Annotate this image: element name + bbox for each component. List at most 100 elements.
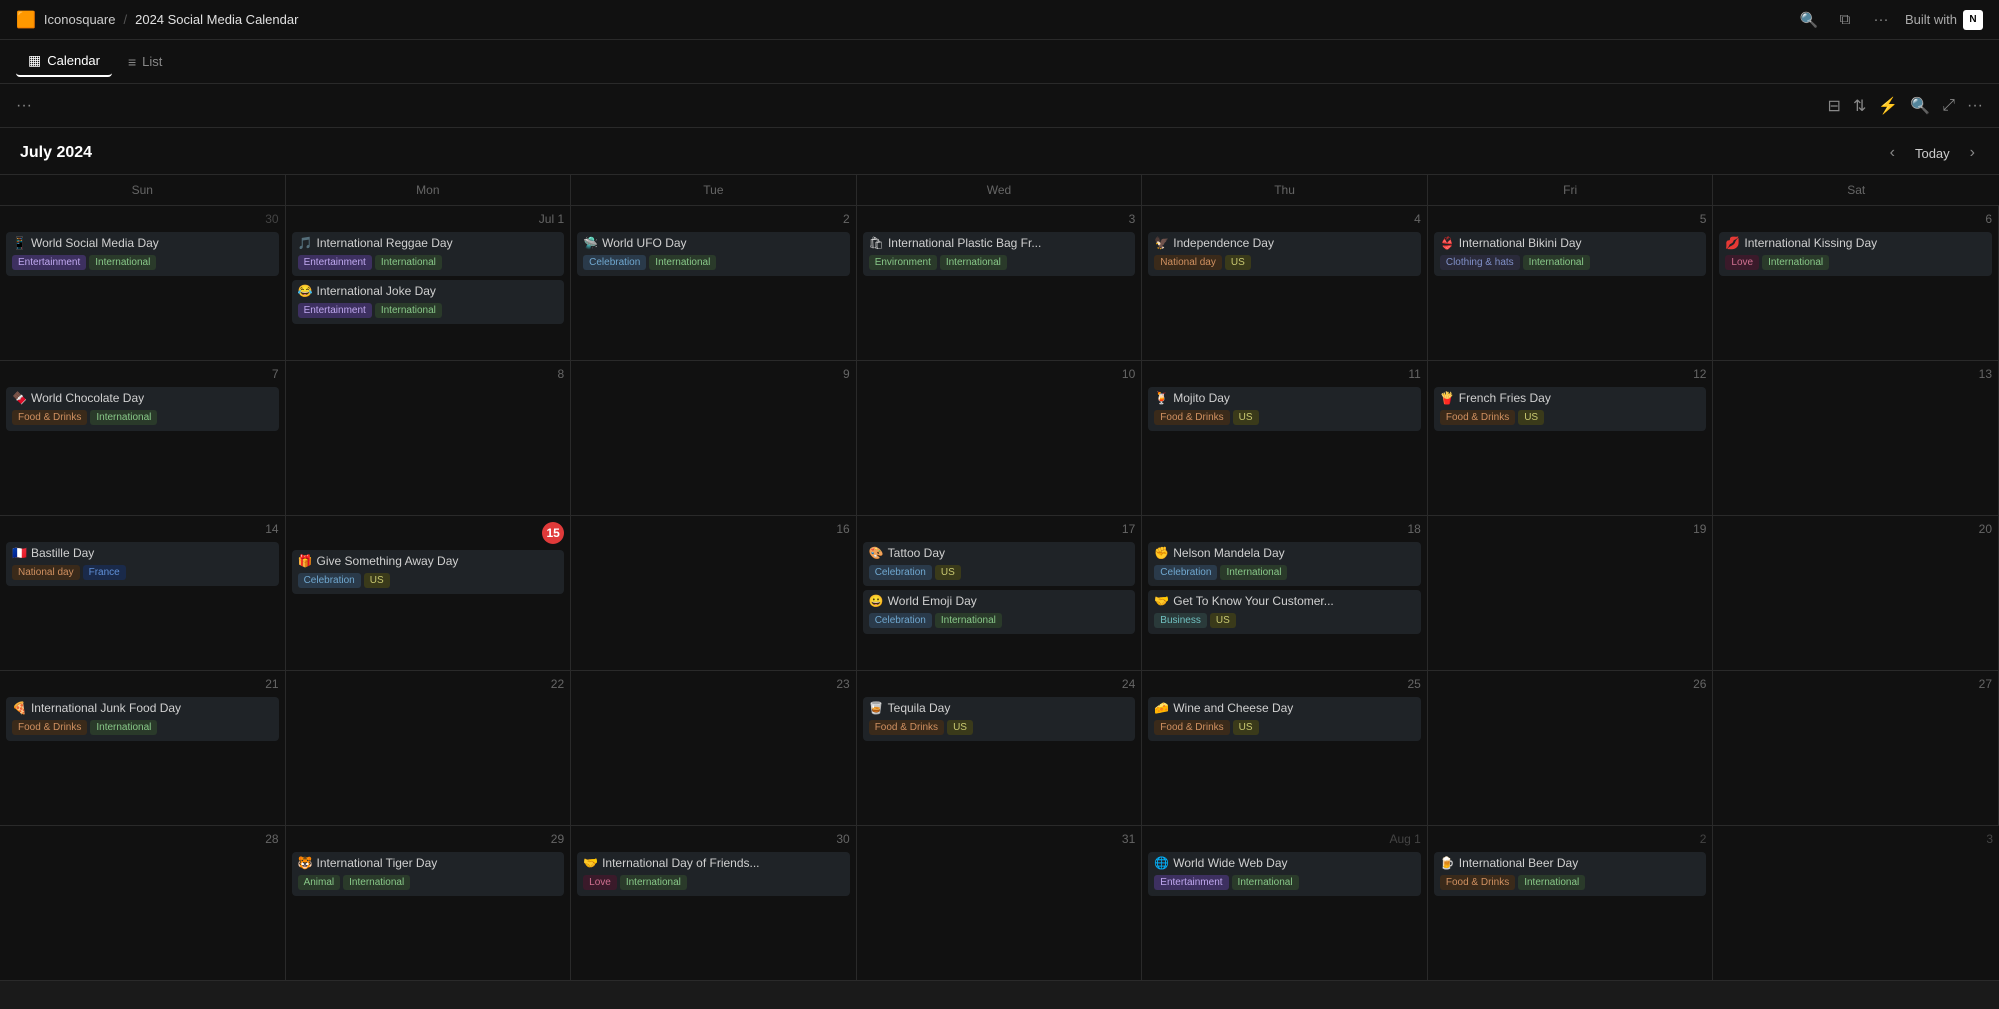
calendar-cell-2-3[interactable]: 17🎨Tattoo DayCelebrationUS😀World Emoji D… — [857, 516, 1143, 671]
event-title: 🤝Get To Know Your Customer... — [1154, 594, 1415, 608]
event-title-text: International Junk Food Day — [31, 701, 181, 715]
calendar-cell-1-3[interactable]: 10 — [857, 361, 1143, 516]
calendar-event[interactable]: 🐯International Tiger DayAnimalInternatio… — [292, 852, 565, 896]
toolbar-search-icon[interactable]: 🔍 — [1910, 96, 1930, 116]
filter-icon[interactable]: ⊟ — [1828, 96, 1841, 116]
copy-icon[interactable]: ⧉ — [1833, 8, 1857, 32]
calendar-event[interactable]: 🛸World UFO DayCelebrationInternational — [577, 232, 850, 276]
tab-list[interactable]: ≡ List — [116, 48, 174, 76]
calendar-cell-0-3[interactable]: 3🛍International Plastic Bag Fr...Environ… — [857, 206, 1143, 361]
calendar-cell-3-5[interactable]: 26 — [1428, 671, 1714, 826]
tab-list-label: List — [142, 54, 162, 69]
calendar-event[interactable]: 🎨Tattoo DayCelebrationUS — [863, 542, 1136, 586]
calendar-cell-2-2[interactable]: 16 — [571, 516, 857, 671]
calendar-cell-2-1[interactable]: 15🎁Give Something Away DayCelebrationUS — [286, 516, 572, 671]
calendar-cell-3-3[interactable]: 24🥃Tequila DayFood & DrinksUS — [857, 671, 1143, 826]
today-button[interactable]: Today — [1907, 142, 1958, 165]
tab-calendar[interactable]: ▦ Calendar — [16, 46, 112, 77]
calendar-cell-1-0[interactable]: 7🍫World Chocolate DayFood & DrinksIntern… — [0, 361, 286, 516]
calendar-cell-1-1[interactable]: 8 — [286, 361, 572, 516]
calendar-event[interactable]: 🥃Tequila DayFood & DrinksUS — [863, 697, 1136, 741]
calendar-event[interactable]: 👙International Bikini DayClothing & hats… — [1434, 232, 1707, 276]
calendar-cell-4-1[interactable]: 29🐯International Tiger DayAnimalInternat… — [286, 826, 572, 981]
calendar-event[interactable]: 😂International Joke DayEntertainmentInte… — [292, 280, 565, 324]
cell-date-number: 22 — [292, 677, 565, 691]
calendar-cell-1-4[interactable]: 11 🍹Mojito DayFood & DrinksUS — [1142, 361, 1428, 516]
calendar-cell-2-5[interactable]: 19 — [1428, 516, 1714, 671]
event-tag: International — [940, 255, 1007, 270]
secondary-nav: ▦ Calendar ≡ List — [0, 40, 1999, 84]
calendar-event[interactable]: 🤝Get To Know Your Customer...BusinessUS — [1148, 590, 1421, 634]
event-title: ✊Nelson Mandela Day — [1154, 546, 1415, 560]
calendar-cell-3-6[interactable]: 27 — [1713, 671, 1999, 826]
calendar-event[interactable]: 🎁Give Something Away DayCelebrationUS — [292, 550, 565, 594]
calendar-cell-4-6[interactable]: 3 — [1713, 826, 1999, 981]
calendar-cell-1-5[interactable]: 12🍟French Fries DayFood & DrinksUS — [1428, 361, 1714, 516]
next-month-button[interactable]: › — [1966, 140, 1979, 166]
search-icon[interactable]: 🔍 — [1797, 8, 1821, 32]
event-icon: 🤝 — [583, 856, 598, 870]
calendar-event[interactable]: 📱World Social Media DayEntertainmentInte… — [6, 232, 279, 276]
expand-icon[interactable]: ⤢ — [1942, 97, 1955, 115]
calendar-event[interactable]: 🍺International Beer DayFood & DrinksInte… — [1434, 852, 1707, 896]
calendar-event[interactable]: 😀World Emoji DayCelebrationInternational — [863, 590, 1136, 634]
calendar-event[interactable]: 🍟French Fries DayFood & DrinksUS — [1434, 387, 1707, 431]
event-tag: International — [375, 255, 442, 270]
calendar-event[interactable]: 🍹Mojito DayFood & DrinksUS — [1148, 387, 1421, 431]
calendar-cell-1-2[interactable]: 9 — [571, 361, 857, 516]
calendar-cell-0-1[interactable]: Jul 1🎵International Reggae DayEntertainm… — [286, 206, 572, 361]
event-title-text: Get To Know Your Customer... — [1173, 594, 1334, 608]
calendar-cell-3-2[interactable]: 23 — [571, 671, 857, 826]
calendar-cell-0-5[interactable]: 5👙International Bikini DayClothing & hat… — [1428, 206, 1714, 361]
calendar-cell-2-0[interactable]: 14🇫🇷Bastille DayNational dayFrance — [0, 516, 286, 671]
calendar-cell-3-4[interactable]: 25 🧀Wine and Cheese DayFood & DrinksUS — [1142, 671, 1428, 826]
calendar-cell-0-0[interactable]: 30📱World Social Media DayEntertainmentIn… — [0, 206, 286, 361]
event-tag: Food & Drinks — [1440, 875, 1515, 890]
calendar-event[interactable]: 🦅Independence DayNational dayUS — [1148, 232, 1421, 276]
calendar-cell-4-3[interactable]: 31 — [857, 826, 1143, 981]
calendar-cell-2-6[interactable]: 20 — [1713, 516, 1999, 671]
cell-date-number: 8 — [292, 367, 565, 381]
calendar-event[interactable]: 🍕International Junk Food DayFood & Drink… — [6, 697, 279, 741]
event-title-text: World Social Media Day — [31, 236, 159, 250]
toolbar-more-icon[interactable]: ··· — [1967, 97, 1983, 115]
calendar-cell-1-6[interactable]: 13 — [1713, 361, 1999, 516]
calendar-cell-4-4[interactable]: Aug 1🌐World Wide Web DayEntertainmentInt… — [1142, 826, 1428, 981]
sort-icon[interactable]: ⇅ — [1853, 96, 1866, 116]
cell-date-number: 11 — [1148, 367, 1421, 381]
event-icon: 📱 — [12, 236, 27, 250]
calendar-event[interactable]: 🎵International Reggae DayEntertainmentIn… — [292, 232, 565, 276]
calendar-cell-2-4[interactable]: 18✊Nelson Mandela DayCelebrationInternat… — [1142, 516, 1428, 671]
calendar-cell-4-0[interactable]: 28 — [0, 826, 286, 981]
calendar-cell-3-0[interactable]: 21🍕International Junk Food DayFood & Dri… — [0, 671, 286, 826]
event-tag: US — [1233, 410, 1259, 425]
calendar-event[interactable]: 💋International Kissing DayLoveInternatio… — [1719, 232, 1992, 276]
event-tag: Love — [1725, 255, 1759, 270]
event-tag: Food & Drinks — [1440, 410, 1515, 425]
prev-month-button[interactable]: ‹ — [1886, 140, 1899, 166]
calendar-event[interactable]: 🛍International Plastic Bag Fr...Environm… — [863, 232, 1136, 276]
calendar-cell-0-2[interactable]: 2🛸World UFO DayCelebrationInternational — [571, 206, 857, 361]
calendar-event[interactable]: 🧀Wine and Cheese DayFood & DrinksUS — [1148, 697, 1421, 741]
event-tag: Entertainment — [298, 303, 372, 318]
calendar-event[interactable]: 🤝International Day of Friends...LoveInte… — [577, 852, 850, 896]
more-icon[interactable]: ··· — [1869, 8, 1893, 32]
calendar-event[interactable]: ✊Nelson Mandela DayCelebrationInternatio… — [1148, 542, 1421, 586]
calendar-event[interactable]: 🍫World Chocolate DayFood & DrinksInterna… — [6, 387, 279, 431]
calendar-cell-3-1[interactable]: 22 — [286, 671, 572, 826]
month-title: July 2024 — [20, 144, 92, 162]
calendar-cell-4-2[interactable]: 30🤝International Day of Friends...LoveIn… — [571, 826, 857, 981]
top-nav-right: 🔍 ⧉ ··· Built with N — [1797, 8, 1983, 32]
bolt-icon[interactable]: ⚡ — [1878, 96, 1898, 116]
event-icon: 🇫🇷 — [12, 546, 27, 560]
event-title: 🎨Tattoo Day — [869, 546, 1130, 560]
event-tag: France — [83, 565, 126, 580]
calendar-event[interactable]: 🌐World Wide Web DayEntertainmentInternat… — [1148, 852, 1421, 896]
calendar-cell-4-5[interactable]: 2🍺International Beer DayFood & DrinksInt… — [1428, 826, 1714, 981]
toolbar-ellipsis[interactable]: ··· — [16, 97, 32, 115]
event-tag: Celebration — [869, 565, 932, 580]
calendar-cell-0-6[interactable]: 6💋International Kissing DayLoveInternati… — [1713, 206, 1999, 361]
calendar-event[interactable]: 🇫🇷Bastille DayNational dayFrance — [6, 542, 279, 586]
calendar-cell-0-4[interactable]: 4🦅Independence DayNational dayUS — [1142, 206, 1428, 361]
cell-date-number: 25 — [1148, 677, 1421, 691]
